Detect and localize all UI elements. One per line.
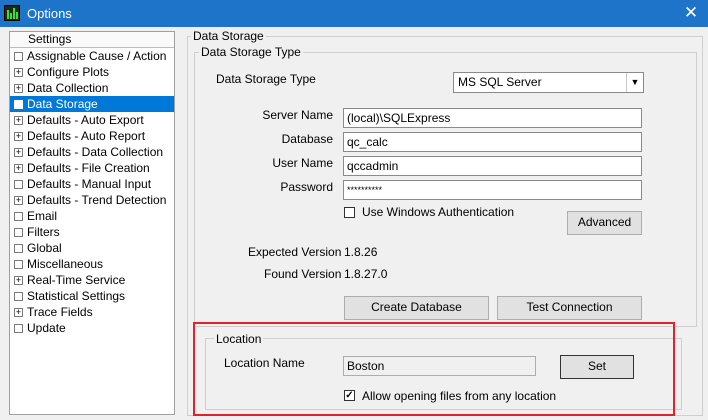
tree-item-label: Data Storage (27, 97, 98, 111)
windows-auth-label: Use Windows Authentication (362, 205, 515, 219)
data-storage-type-group-title: Data Storage Type (199, 45, 303, 59)
expand-icon[interactable]: + (14, 148, 23, 157)
tree-item[interactable]: Statistical Settings (10, 288, 174, 304)
password-field[interactable]: ********** (343, 180, 642, 200)
data-storage-group-title: Data Storage (191, 29, 266, 43)
tree-item[interactable]: Assignable Cause / Action (10, 48, 174, 64)
password-label: Password (280, 180, 333, 194)
expand-icon[interactable]: + (14, 132, 23, 141)
tree-item[interactable]: + Defaults - File Creation (10, 160, 174, 176)
tree-item[interactable]: Update (10, 320, 174, 336)
tree-item[interactable]: + Trace Fields (10, 304, 174, 320)
tree-item[interactable]: + Defaults - Auto Report (10, 128, 174, 144)
tree-item[interactable]: Defaults - Manual Input (10, 176, 174, 192)
leaf-box-icon (14, 212, 23, 221)
tree-item-label: Email (27, 209, 58, 223)
tree-item-label: Defaults - Data Collection (27, 145, 164, 159)
leaf-box-icon (14, 292, 23, 301)
close-button[interactable]: ✕ (674, 0, 708, 27)
tree-item-label: Global (27, 241, 62, 255)
tree-item-label: Defaults - Auto Export (27, 113, 144, 127)
storage-type-value: MS SQL Server (458, 75, 542, 89)
leaf-box-icon (14, 180, 23, 189)
tree-item-label: Assignable Cause / Action (27, 49, 167, 63)
tree-header: Settings (10, 32, 174, 48)
tree-item-label: Defaults - Trend Detection (27, 193, 167, 207)
close-icon: ✕ (683, 3, 699, 22)
create-database-button[interactable]: Create Database (344, 296, 489, 320)
expand-icon[interactable]: + (14, 308, 23, 317)
database-field[interactable]: qc_calc (343, 132, 642, 152)
expand-icon[interactable]: + (14, 84, 23, 93)
tree-item[interactable]: + Defaults - Data Collection (10, 144, 174, 160)
title-bar: Options ✕ (0, 0, 708, 27)
tree-item[interactable]: Data Storage (10, 96, 174, 112)
window-title: Options (27, 6, 72, 21)
tree-item[interactable]: + Defaults - Trend Detection (10, 192, 174, 208)
storage-type-label: Data Storage Type (216, 72, 316, 86)
storage-type-select[interactable]: MS SQL Server ▼ (453, 72, 644, 93)
expand-icon[interactable]: + (14, 276, 23, 285)
tree-item-label: Defaults - Manual Input (27, 177, 152, 191)
server-name-label: Server Name (262, 108, 333, 122)
leaf-box-icon (14, 324, 23, 333)
tree-item-label: Data Collection (27, 81, 109, 95)
found-version-label: Found Version (264, 267, 342, 281)
expected-version-label: Expected Version (248, 245, 342, 259)
tree-item[interactable]: Miscellaneous (10, 256, 174, 272)
app-icon (4, 5, 20, 21)
location-highlight-box (193, 322, 675, 416)
found-version-value: 1.8.27.0 (344, 267, 388, 281)
tree-item-label: Configure Plots (27, 65, 110, 79)
windows-auth-checkbox[interactable] (344, 207, 355, 218)
tree-item-label: Filters (27, 225, 60, 239)
tree-item[interactable]: + Data Collection (10, 80, 174, 96)
tree-items: Assignable Cause / Action + Configure Plot… (10, 48, 174, 336)
tree-item[interactable]: Global (10, 240, 174, 256)
tree-item-label: Real-Time Service (27, 273, 126, 287)
tree-item[interactable]: + Real-Time Service (10, 272, 174, 288)
tree-item-label: Trace Fields (27, 305, 93, 319)
tree-item[interactable]: + Configure Plots (10, 64, 174, 80)
leaf-box-icon (14, 228, 23, 237)
leaf-box-icon (14, 260, 23, 269)
tree-item[interactable]: Filters (10, 224, 174, 240)
advanced-button[interactable]: Advanced (567, 211, 642, 235)
tree-item-label: Update (27, 321, 66, 335)
expected-version-value: 1.8.26 (344, 245, 378, 259)
tree-item[interactable]: + Defaults - Auto Export (10, 112, 174, 128)
tree-item[interactable]: Email (10, 208, 174, 224)
user-name-label: User Name (272, 156, 333, 170)
chevron-down-icon[interactable]: ▼ (626, 73, 643, 92)
expand-icon[interactable]: + (14, 68, 23, 77)
tree-item-label: Defaults - Auto Report (27, 129, 146, 143)
expand-icon[interactable]: + (14, 116, 23, 125)
database-label: Database (281, 132, 333, 146)
user-name-field[interactable]: qccadmin (343, 156, 642, 176)
expand-icon[interactable]: + (14, 196, 23, 205)
tree-item-label: Defaults - File Creation (27, 161, 150, 175)
leaf-box-icon (14, 52, 23, 61)
test-connection-button[interactable]: Test Connection (497, 296, 642, 320)
leaf-box-icon (14, 100, 23, 109)
expand-icon[interactable]: + (14, 164, 23, 173)
server-name-field[interactable]: (local)\SQLExpress (343, 108, 642, 128)
tree-item-label: Miscellaneous (27, 257, 104, 271)
tree-item-label: Statistical Settings (27, 289, 126, 303)
settings-tree[interactable]: Settings Assignable Cause / Action + Confi… (9, 31, 175, 415)
leaf-box-icon (14, 244, 23, 253)
